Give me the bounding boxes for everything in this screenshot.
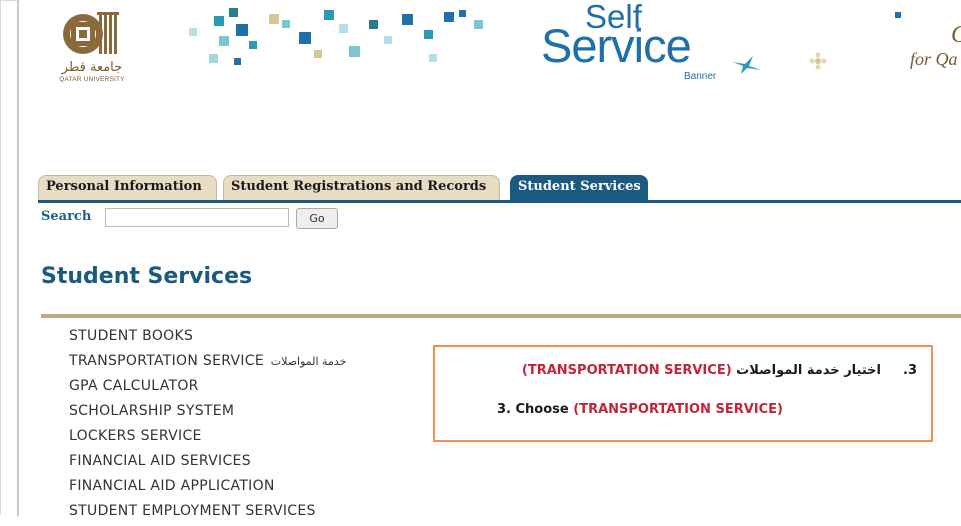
menu-item-gpa-calculator[interactable]: GPA CALCULATOR xyxy=(69,376,346,401)
tagline-top: G xyxy=(951,22,961,49)
logo-english-text: QATAR UNIVERSITY xyxy=(59,76,125,83)
menu-item-transportation-service[interactable]: TRANSPORTATION SERVICE خدمة المواصلات xyxy=(69,351,346,376)
instruction-arabic-highlight: (TRANSPORTATION SERVICE) xyxy=(521,363,732,378)
brand-service: Service xyxy=(541,19,692,72)
menu-item-label: GPA CALCULATOR xyxy=(69,378,199,394)
menu-item-financial-aid-services[interactable]: FINANCIAL AID SERVICES xyxy=(69,451,346,476)
brand-banner: Banner xyxy=(684,71,717,82)
instruction-english-highlight: (TRANSPORTATION SERVICE) xyxy=(573,402,783,417)
instruction-callout: 3. اختيار خدمة المواصلات (TRANSPORTATION … xyxy=(433,345,933,442)
search-input[interactable] xyxy=(105,208,289,227)
logo-arabic-text: جامعة قطر xyxy=(61,60,123,75)
title-divider xyxy=(41,314,961,318)
tab-underline xyxy=(38,200,961,203)
star-ornament-icon xyxy=(733,56,761,74)
banner-header: جامعة قطر QATAR UNIVERSITY Self Service … xyxy=(19,0,961,95)
page-title: Student Services xyxy=(41,264,253,289)
menu-item-label: FINANCIAL AID SERVICES xyxy=(69,453,251,469)
menu-item-arabic-label: خدمة المواصلات xyxy=(270,355,347,368)
instruction-english: 3. Choose (TRANSPORTATION SERVICE) xyxy=(497,402,783,417)
menu-item-label: SCHOLARSHIP SYSTEM xyxy=(69,403,235,419)
university-emblem-icon xyxy=(63,12,119,54)
menu-item-student-books[interactable]: STUDENT BOOKS xyxy=(69,326,346,351)
services-menu: STUDENT BOOKS TRANSPORTATION SERVICE خدم… xyxy=(69,326,346,526)
menu-item-financial-aid-application[interactable]: FINANCIAL AID APPLICATION xyxy=(69,476,346,501)
instruction-step-number: 3. xyxy=(903,363,917,378)
menu-item-label: FINANCIAL AID APPLICATION xyxy=(69,478,275,494)
tab-student-registrations-records[interactable]: Student Registrations and Records xyxy=(223,175,500,201)
go-button[interactable]: Go xyxy=(296,208,338,229)
tab-personal-information[interactable]: Personal Information xyxy=(38,175,217,201)
tab-student-services[interactable]: Student Services xyxy=(510,175,648,202)
tagline-bottom: for Qa xyxy=(910,49,958,69)
menu-item-label: STUDENT EMPLOYMENT SERVICES xyxy=(69,503,316,519)
menu-item-student-employment-services[interactable]: STUDENT EMPLOYMENT SERVICES xyxy=(69,501,346,526)
instruction-arabic: 3. اختيار خدمة المواصلات (TRANSPORTATION … xyxy=(522,363,917,378)
search-label: Search xyxy=(41,209,92,224)
instruction-english-text: 3. Choose xyxy=(497,402,569,417)
qatar-university-logo[interactable]: جامعة قطر QATAR UNIVERSITY xyxy=(49,8,135,88)
decorative-pattern-icon xyxy=(189,8,483,65)
menu-item-label: LOCKERS SERVICE xyxy=(69,428,202,444)
flower-ornament-icon xyxy=(809,52,827,70)
menu-item-label: TRANSPORTATION SERVICE xyxy=(69,353,265,369)
tagline-marker xyxy=(895,12,901,18)
instruction-arabic-text: اختيار خدمة المواصلات xyxy=(736,363,881,378)
menu-item-scholarship-system[interactable]: SCHOLARSHIP SYSTEM xyxy=(69,401,346,426)
menu-item-lockers-service[interactable]: LOCKERS SERVICE xyxy=(69,426,346,451)
menu-item-label: STUDENT BOOKS xyxy=(69,328,194,344)
